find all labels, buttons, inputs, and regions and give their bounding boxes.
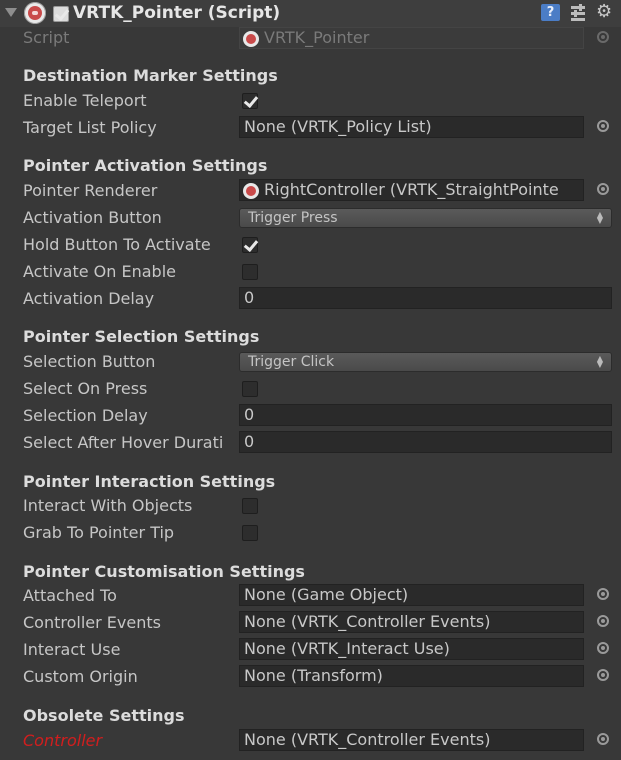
selection-button-value: Trigger Click <box>248 354 335 370</box>
interact-with-objects-checkbox[interactable] <box>242 498 258 514</box>
select-after-hover-field[interactable]: 0 <box>239 431 612 453</box>
hold-button-label: Hold Button To Activate <box>23 235 211 254</box>
script-object-picker-icon <box>597 31 609 43</box>
component-title: VRTK_Pointer (Script) <box>73 3 281 23</box>
controller-label: Controller <box>23 731 103 750</box>
select-on-press-checkbox[interactable] <box>242 381 258 397</box>
enable-teleport-checkbox[interactable] <box>242 93 258 109</box>
target-list-policy-picker-icon[interactable] <box>597 120 609 132</box>
script-asset-icon <box>243 31 259 47</box>
selection-delay-field[interactable]: 0 <box>239 404 612 426</box>
custom-origin-label: Custom Origin <box>23 667 138 686</box>
interaction-settings-heading: Pointer Interaction Settings <box>23 472 276 491</box>
activate-on-enable-checkbox[interactable] <box>242 264 258 280</box>
controller-picker-icon[interactable] <box>597 733 609 745</box>
script-label: Script <box>23 28 70 47</box>
dropdown-arrow-icon: ▲ ▼ <box>596 210 603 225</box>
custom-origin-picker-icon[interactable] <box>597 669 609 681</box>
pointer-renderer-asset-icon <box>243 183 259 199</box>
activate-on-enable-label: Activate On Enable <box>23 262 176 281</box>
dropdown-arrow-icon: ▲ ▼ <box>596 354 603 369</box>
destination-settings-heading: Destination Marker Settings <box>23 66 278 85</box>
selection-button-dropdown[interactable]: Trigger Click ▲ ▼ <box>239 352 612 372</box>
component-header: VRTK_Pointer (Script) ? ⚙ <box>0 0 621 27</box>
select-on-press-label: Select On Press <box>23 379 148 398</box>
controller-events-label: Controller Events <box>23 613 161 632</box>
pointer-renderer-value: RightController (VRTK_StraightPointe <box>264 180 559 199</box>
pointer-renderer-picker-icon[interactable] <box>597 183 609 195</box>
controller-events-field[interactable]: None (VRTK_Controller Events) <box>239 611 584 633</box>
activation-delay-field[interactable]: 0 <box>239 287 612 309</box>
interact-use-field[interactable]: None (VRTK_Interact Use) <box>239 638 584 660</box>
select-after-hover-label: Select After Hover Durati <box>23 433 224 452</box>
interact-use-picker-icon[interactable] <box>597 642 609 654</box>
component-enabled-checkbox[interactable] <box>53 6 69 22</box>
attached-to-field[interactable]: None (Game Object) <box>239 584 584 606</box>
inspector-panel: VRTK_Pointer (Script) ? ⚙ Script VRTK_Po… <box>0 0 621 760</box>
script-value: VRTK_Pointer <box>264 28 370 47</box>
selection-button-label: Selection Button <box>23 352 156 371</box>
selection-delay-label: Selection Delay <box>23 406 148 425</box>
target-list-policy-label: Target List Policy <box>23 118 157 137</box>
grab-to-pointer-tip-label: Grab To Pointer Tip <box>23 523 175 542</box>
help-icon[interactable]: ? <box>541 4 560 21</box>
activation-button-label: Activation Button <box>23 208 162 227</box>
enable-teleport-label: Enable Teleport <box>23 91 147 110</box>
foldout-arrow-icon[interactable] <box>5 8 17 17</box>
attached-to-picker-icon[interactable] <box>597 588 609 600</box>
obsolete-settings-heading: Obsolete Settings <box>23 706 185 725</box>
presets-icon[interactable] <box>571 4 587 22</box>
pointer-renderer-label: Pointer Renderer <box>23 181 158 200</box>
pointer-renderer-field[interactable]: RightController (VRTK_StraightPointe <box>239 179 584 201</box>
activation-button-value: Trigger Press <box>248 210 338 226</box>
activation-button-dropdown[interactable]: Trigger Press ▲ ▼ <box>239 208 612 228</box>
hold-button-checkbox[interactable] <box>242 237 258 253</box>
customisation-settings-heading: Pointer Customisation Settings <box>23 562 305 581</box>
attached-to-label: Attached To <box>23 586 117 605</box>
controller-events-picker-icon[interactable] <box>597 615 609 627</box>
vrtk-logo-icon <box>24 2 46 24</box>
selection-settings-heading: Pointer Selection Settings <box>23 327 260 346</box>
interact-with-objects-label: Interact With Objects <box>23 496 193 515</box>
activation-settings-heading: Pointer Activation Settings <box>23 156 268 175</box>
target-list-policy-field[interactable]: None (VRTK_Policy List) <box>239 116 584 138</box>
controller-field[interactable]: None (VRTK_Controller Events) <box>239 729 584 751</box>
gear-icon[interactable]: ⚙ <box>596 3 612 21</box>
script-field: VRTK_Pointer <box>239 27 584 49</box>
grab-to-pointer-tip-checkbox[interactable] <box>242 525 258 541</box>
activation-delay-label: Activation Delay <box>23 289 155 308</box>
custom-origin-field[interactable]: None (Transform) <box>239 665 584 687</box>
interact-use-label: Interact Use <box>23 640 121 659</box>
